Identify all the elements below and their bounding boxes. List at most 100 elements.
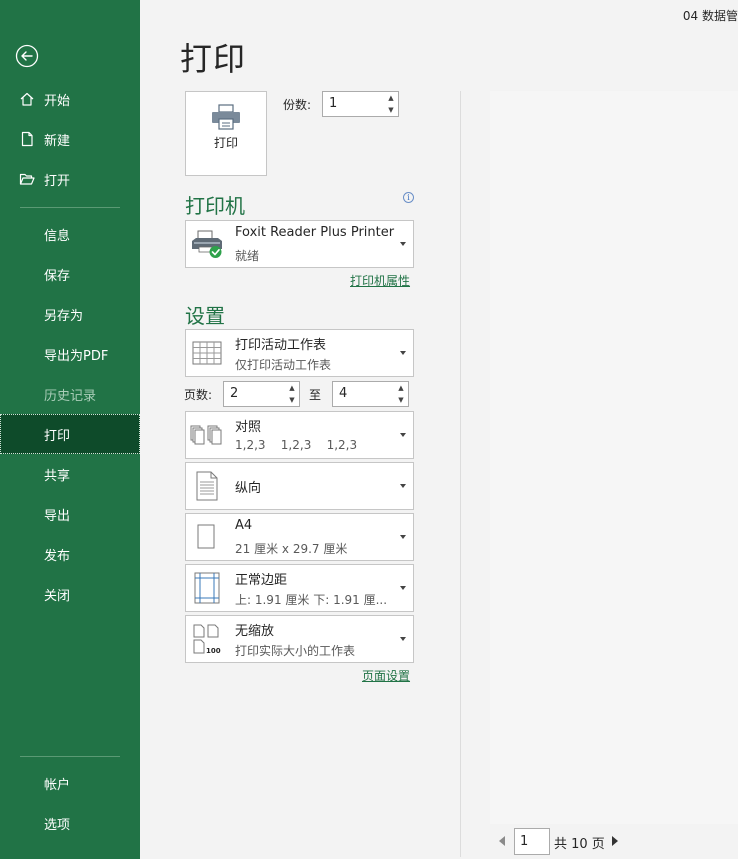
nav-export-label: 导出 <box>44 508 71 524</box>
pages-to-up-arrow-icon[interactable]: ▲ <box>394 382 408 394</box>
margins-icon <box>194 572 220 604</box>
orientation-title: 纵向 <box>235 481 262 496</box>
collation-chevron-down-icon <box>400 433 406 437</box>
scaling-title: 无缩放 <box>235 624 275 639</box>
margins-chevron-down-icon <box>400 586 406 590</box>
print-what-dropdown[interactable]: 打印活动工作表 仅打印活动工作表 <box>185 329 414 377</box>
margins-subtitle: 上: 1.91 厘米 下: 1.91 厘... <box>235 593 388 607</box>
margins-dropdown[interactable]: 正常边距 上: 1.91 厘米 下: 1.91 厘... <box>185 564 414 612</box>
nav-save-as[interactable]: 另存为 <box>0 294 140 334</box>
no-scaling-icon: 100 <box>193 624 221 655</box>
nav-options[interactable]: 选项 <box>0 803 140 843</box>
nav-save[interactable]: 保存 <box>0 254 140 294</box>
printer-dropdown[interactable]: Foxit Reader Plus Printer 就绪 <box>185 220 414 268</box>
nav-save-label: 保存 <box>44 268 71 284</box>
page-setup-link[interactable]: 页面设置 <box>362 667 410 684</box>
page-total: 共 10 页 <box>554 837 605 852</box>
copies-down-arrow-icon[interactable]: ▼ <box>384 104 398 116</box>
nav-info[interactable]: 信息 <box>0 214 140 254</box>
printer-ready-icon <box>192 230 222 258</box>
previous-page-icon[interactable] <box>499 836 505 846</box>
margins-title: 正常边距 <box>235 573 288 588</box>
orientation-chevron-down-icon <box>400 484 406 488</box>
info-icon[interactable]: i <box>403 192 414 203</box>
printer-status: 就绪 <box>235 249 260 263</box>
pages-from-input[interactable]: 2 ▲ ▼ <box>223 381 300 407</box>
backstage-sidebar: 开始 新建 打开 信息 保存 另存为 导出为PDF 历史记录 打印 共享 导出 … <box>0 0 140 859</box>
print-what-subtitle: 仅打印活动工作表 <box>235 358 332 372</box>
print-preview-area[interactable] <box>490 91 738 824</box>
nav-close-label: 关闭 <box>44 588 71 604</box>
pages-to-down-arrow-icon[interactable]: ▼ <box>394 394 408 406</box>
scaling-subtitle: 打印实际大小的工作表 <box>235 644 356 658</box>
nav-publish[interactable]: 发布 <box>0 534 140 574</box>
back-arrow-icon <box>15 44 39 68</box>
nav-share[interactable]: 共享 <box>0 454 140 494</box>
pages-from-value: 2 <box>230 386 239 401</box>
nav-account[interactable]: 帐户 <box>0 763 140 803</box>
scaling-dropdown[interactable]: 100 无缩放 打印实际大小的工作表 <box>185 615 414 663</box>
pages-from-up-arrow-icon[interactable]: ▲ <box>285 382 299 394</box>
open-folder-icon <box>19 173 35 185</box>
paper-size-dropdown[interactable]: A4 21 厘米 x 29.7 厘米 <box>185 513 414 561</box>
copies-up-arrow-icon[interactable]: ▲ <box>384 92 398 104</box>
nav-print-label: 打印 <box>44 428 71 444</box>
paper-size-title: A4 <box>235 518 253 533</box>
sidebar-divider <box>20 207 120 208</box>
pages-to-input[interactable]: 4 ▲ ▼ <box>332 381 409 407</box>
pages-to-value: 4 <box>339 386 348 401</box>
page-title: 打印 <box>180 40 247 78</box>
next-page-icon[interactable] <box>612 836 618 846</box>
sheet-grid-icon <box>192 341 222 365</box>
nav-share-label: 共享 <box>44 468 71 484</box>
nav-info-label: 信息 <box>44 228 71 244</box>
nav-export-pdf[interactable]: 导出为PDF <box>0 334 140 374</box>
new-file-icon <box>21 131 33 147</box>
scaling-chevron-down-icon <box>400 637 406 641</box>
nav-open-label: 打开 <box>44 173 71 189</box>
pages-to-label: 至 <box>309 388 322 402</box>
nav-account-label: 帐户 <box>44 777 71 793</box>
print-button-label: 打印 <box>213 136 238 150</box>
back-button[interactable] <box>15 44 39 68</box>
print-what-title: 打印活动工作表 <box>235 338 327 353</box>
printer-icon <box>212 104 240 130</box>
home-icon <box>20 92 34 106</box>
nav-print[interactable]: 打印 <box>0 414 140 454</box>
collate-icon <box>190 425 222 445</box>
nav-home-label: 开始 <box>44 93 71 109</box>
orientation-dropdown[interactable]: 纵向 <box>185 462 414 510</box>
current-page-value: 1 <box>520 834 529 849</box>
current-page-input[interactable]: 1 <box>514 828 550 855</box>
nav-close[interactable]: 关闭 <box>0 574 140 614</box>
settings-heading: 设置 <box>185 304 225 328</box>
nav-open[interactable]: 打开 <box>0 159 140 199</box>
pages-from-down-arrow-icon[interactable]: ▼ <box>285 394 299 406</box>
collation-subtitle: 1,2,3 1,2,3 1,2,3 <box>235 438 358 452</box>
printer-heading: 打印机 <box>185 194 245 218</box>
print-what-chevron-down-icon <box>400 351 406 355</box>
printer-properties-link[interactable]: 打印机属性 <box>350 272 410 289</box>
document-title: 04 数据管 <box>682 9 738 23</box>
printer-chevron-down-icon <box>400 242 406 246</box>
print-button[interactable]: 打印 <box>185 91 267 176</box>
svg-text:100: 100 <box>206 647 221 655</box>
collation-dropdown[interactable]: 对照 1,2,3 1,2,3 1,2,3 <box>185 411 414 459</box>
paper-size-subtitle: 21 厘米 x 29.7 厘米 <box>235 542 348 556</box>
nav-history-label: 历史记录 <box>44 388 97 404</box>
nav-home[interactable]: 开始 <box>0 79 140 119</box>
nav-new[interactable]: 新建 <box>0 119 140 159</box>
collation-title: 对照 <box>235 420 262 435</box>
nav-save-as-label: 另存为 <box>44 308 84 324</box>
panel-separator <box>460 91 461 857</box>
nav-options-label: 选项 <box>44 817 71 833</box>
print-panel: 04 数据管 打印 打印 份数: 1 ▲ ▼ 打印机 i Foxit Reade… <box>140 0 738 859</box>
copies-label: 份数: <box>283 98 312 112</box>
nav-export-pdf-label: 导出为PDF <box>44 348 109 364</box>
copies-input[interactable]: 1 ▲ ▼ <box>322 91 399 117</box>
paper-size-chevron-down-icon <box>400 535 406 539</box>
nav-history: 历史记录 <box>0 374 140 414</box>
sidebar-divider-bottom <box>20 756 120 757</box>
nav-export[interactable]: 导出 <box>0 494 140 534</box>
paper-size-icon <box>197 524 215 549</box>
